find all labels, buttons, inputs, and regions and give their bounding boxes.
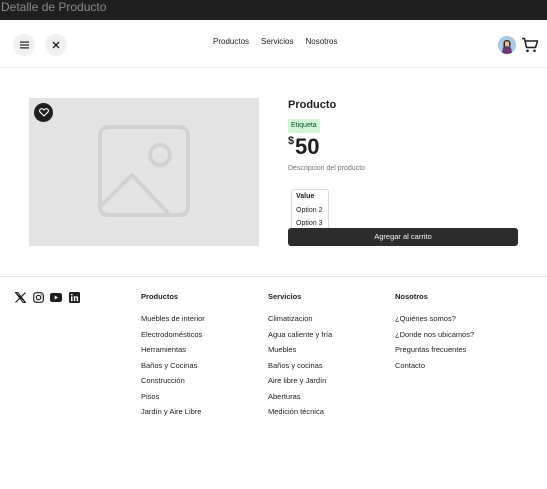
menu-icon (19, 41, 29, 49)
price-currency: $ (288, 135, 295, 147)
x-icon[interactable] (14, 291, 26, 303)
nav-servicios[interactable]: Servicios (261, 37, 293, 46)
cart-button[interactable] (521, 36, 539, 54)
favorite-button[interactable] (34, 103, 53, 122)
heart-icon (38, 108, 49, 117)
product-description: Descripcion del producto (288, 165, 366, 172)
footer-link[interactable]: Muebles de interior (141, 314, 205, 330)
footer-link[interactable]: Baños y Cocinas (141, 361, 205, 377)
cart-icon (522, 37, 539, 53)
footer-link[interactable]: Aire libre y Jardín (268, 376, 332, 392)
footer-link[interactable]: Muebles (268, 345, 332, 361)
add-to-cart-button[interactable]: Agregar al carrito (288, 228, 518, 246)
footer-column-servicios: Servicios Climatizacion Agua caliente y … (268, 292, 332, 423)
close-button[interactable] (45, 34, 67, 56)
footer-link[interactable]: Agua caliente y fría (268, 330, 332, 346)
select-option[interactable]: Option 2 (292, 204, 328, 218)
menu-button[interactable] (13, 34, 35, 56)
footer-link[interactable]: Electrodomésticos (141, 330, 205, 346)
footer-link[interactable]: ¿Donde nos ubicamos? (395, 330, 474, 346)
select-option-selected[interactable]: Value (292, 190, 328, 204)
product-image (29, 98, 259, 246)
footer-column-productos: Productos Muebles de interior Electrodom… (141, 292, 205, 423)
linkedin-icon[interactable] (68, 291, 80, 303)
footer-link[interactable]: Contacto (395, 361, 474, 377)
image-placeholder-icon (98, 125, 190, 217)
footer-column-title: Servicios (268, 292, 302, 301)
window-title: Detalle de Producto (1, 0, 107, 14)
nav-nosotros[interactable]: Nosotros (305, 37, 337, 46)
footer-column-title: Nosotros (395, 292, 428, 301)
footer-link[interactable]: Construcción (141, 376, 205, 392)
footer-link[interactable]: Preguntas frecuentes (395, 345, 474, 361)
footer-link[interactable]: Jardín y Aire Libre (141, 407, 205, 423)
price-amount: 50 (295, 134, 320, 159)
close-icon (52, 41, 60, 49)
nav-productos[interactable]: Productos (213, 37, 249, 46)
social-links (14, 291, 80, 303)
window-titlebar: Detalle de Producto (0, 0, 547, 20)
product-title: Producto (288, 99, 337, 111)
site-footer: Productos Muebles de interior Electrodom… (0, 276, 547, 489)
instagram-icon[interactable] (32, 291, 44, 303)
footer-link[interactable]: Baños y cocinas (268, 361, 332, 377)
footer-column-nosotros: Nosotros ¿Quiénes somos? ¿Donde nos ubic… (395, 292, 474, 376)
main-nav: Productos Servicios Nosotros (213, 37, 338, 46)
footer-link[interactable]: Aberturas (268, 392, 332, 408)
footer-link[interactable]: Herramientas (141, 345, 205, 361)
footer-link[interactable]: ¿Quiénes somos? (395, 314, 474, 330)
footer-link[interactable]: Medición técnica (268, 407, 332, 423)
product-tag: Etiqueta (288, 119, 320, 133)
footer-link[interactable]: Pisos (141, 392, 205, 408)
user-avatar[interactable] (498, 36, 516, 54)
footer-column-title: Productos (141, 292, 179, 301)
youtube-icon[interactable] (50, 291, 62, 303)
variant-select[interactable]: Value Option 2 Option 3 (291, 189, 329, 230)
footer-link[interactable]: Climatizacion (268, 314, 332, 330)
site-header: Productos Servicios Nosotros (0, 20, 547, 68)
